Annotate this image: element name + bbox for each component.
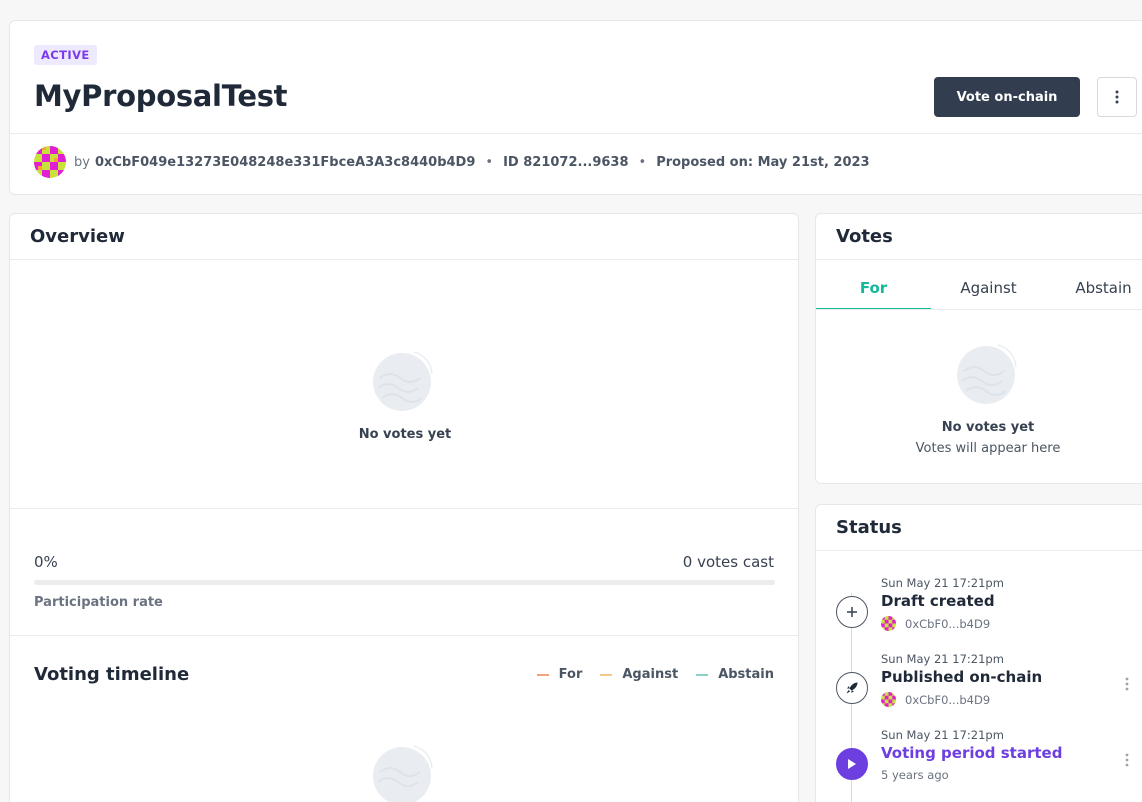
vertical-ellipsis-icon (1125, 677, 1129, 691)
rocket-icon (846, 682, 858, 694)
status-card: Status Sun May 21 17:21pm Draft created … (815, 504, 1142, 802)
header-divider (10, 133, 1142, 134)
overview-divider (10, 508, 798, 509)
play-icon (848, 759, 856, 769)
empty-timeline-illustration (373, 745, 433, 802)
legend-swatch (696, 673, 709, 676)
legend-item-abstain: Abstain (696, 667, 774, 682)
participation-percent: 0% (34, 553, 58, 571)
status-item-menu-button[interactable] (1119, 748, 1135, 772)
voting-timeline-title: Voting timeline (34, 664, 190, 685)
votes-tabs: For Against Abstain (816, 270, 1142, 310)
tab-against[interactable]: Against (931, 270, 1046, 310)
overview-divider (10, 259, 798, 260)
meta-separator: • (485, 154, 494, 170)
votes-empty-subtitle: Votes will appear here (915, 441, 1061, 456)
status-author: 0xCbF0...b4D9 (881, 692, 990, 707)
empty-votes-illustration (957, 344, 1017, 404)
legend-swatch (536, 673, 549, 676)
status-icon-circle (836, 748, 868, 780)
status-time: Sun May 21 17:21pm (881, 652, 1004, 666)
status-divider (816, 550, 1142, 551)
overview-divider (10, 635, 798, 636)
legend-label: Abstain (718, 667, 774, 682)
votes-divider (816, 259, 1142, 260)
proposed-on-date: Proposed on: May 21st, 2023 (656, 154, 870, 170)
status-time: Sun May 21 17:21pm (881, 576, 1004, 590)
participation-rate-label: Participation rate (34, 595, 163, 610)
status-title: Status (836, 517, 902, 538)
status-relative-time: 5 years ago (881, 768, 949, 782)
proposal-header: ACTIVE MyProposalTest Vote on-chain by 0… (9, 20, 1142, 195)
meta-separator: • (638, 154, 647, 170)
status-icon-circle (836, 596, 868, 628)
tab-for[interactable]: For (816, 270, 931, 310)
legend-swatch (600, 673, 613, 676)
page-title: MyProposalTest (34, 79, 288, 113)
status-label: Published on-chain (881, 668, 1043, 686)
vote-on-chain-button[interactable]: Vote on-chain (934, 77, 1080, 117)
status-author-address[interactable]: 0xCbF0...b4D9 (905, 617, 990, 631)
author-mini-avatar (881, 616, 896, 631)
more-options-button[interactable] (1097, 77, 1137, 117)
timeline-legend: For Against Abstain (519, 667, 774, 682)
status-badge: ACTIVE (34, 45, 97, 65)
overview-card: Overview No votes yet 0% 0 votes cast Pa… (9, 213, 799, 802)
proposal-meta: by 0xCbF049e13273E048248e331FbceA3A3c844… (34, 145, 870, 179)
status-icon-circle (836, 672, 868, 704)
legend-item-for: For (536, 667, 583, 682)
plus-icon (847, 607, 857, 617)
votes-title: Votes (836, 226, 893, 247)
proposal-id: ID 821072...9638 (503, 154, 629, 170)
tabs-divider (816, 309, 1142, 310)
status-time: Sun May 21 17:21pm (881, 728, 1004, 742)
status-relative-time-text: 5 years ago (881, 768, 949, 782)
status-item-draft-created: Sun May 21 17:21pm Draft created 0xCbF0.… (836, 576, 1142, 636)
vertical-ellipsis-icon (1115, 90, 1119, 104)
tab-abstain[interactable]: Abstain (1046, 270, 1142, 310)
legend-label: For (558, 667, 583, 682)
empty-votes-illustration (373, 351, 433, 411)
votes-card: Votes For Against Abstain No votes yet V… (815, 213, 1142, 484)
status-item-menu-button[interactable] (1119, 672, 1135, 696)
status-label: Voting period started (881, 744, 1063, 762)
status-label: Draft created (881, 592, 995, 610)
vertical-ellipsis-icon (1125, 753, 1129, 767)
empty-votes-text: No votes yet (358, 427, 452, 442)
status-item-voting-period-started: Sun May 21 17:21pm Voting period started… (836, 728, 1142, 788)
legend-item-against: Against (600, 667, 678, 682)
overview-title: Overview (30, 226, 125, 247)
by-prefix: by (74, 154, 90, 170)
votes-empty-title: No votes yet (941, 420, 1035, 435)
author-address[interactable]: 0xCbF049e13273E048248e331FbceA3A3c8440b4… (95, 155, 475, 170)
status-item-published-on-chain: Sun May 21 17:21pm Published on-chain 0x… (836, 652, 1142, 712)
participation-progress-bar (34, 580, 775, 585)
status-author-address[interactable]: 0xCbF0...b4D9 (905, 693, 990, 707)
legend-label: Against (622, 667, 679, 682)
author-mini-avatar (881, 692, 896, 707)
votes-cast-count: 0 votes cast (682, 553, 774, 571)
status-author: 0xCbF0...b4D9 (881, 616, 990, 631)
author-avatar[interactable] (34, 146, 66, 178)
